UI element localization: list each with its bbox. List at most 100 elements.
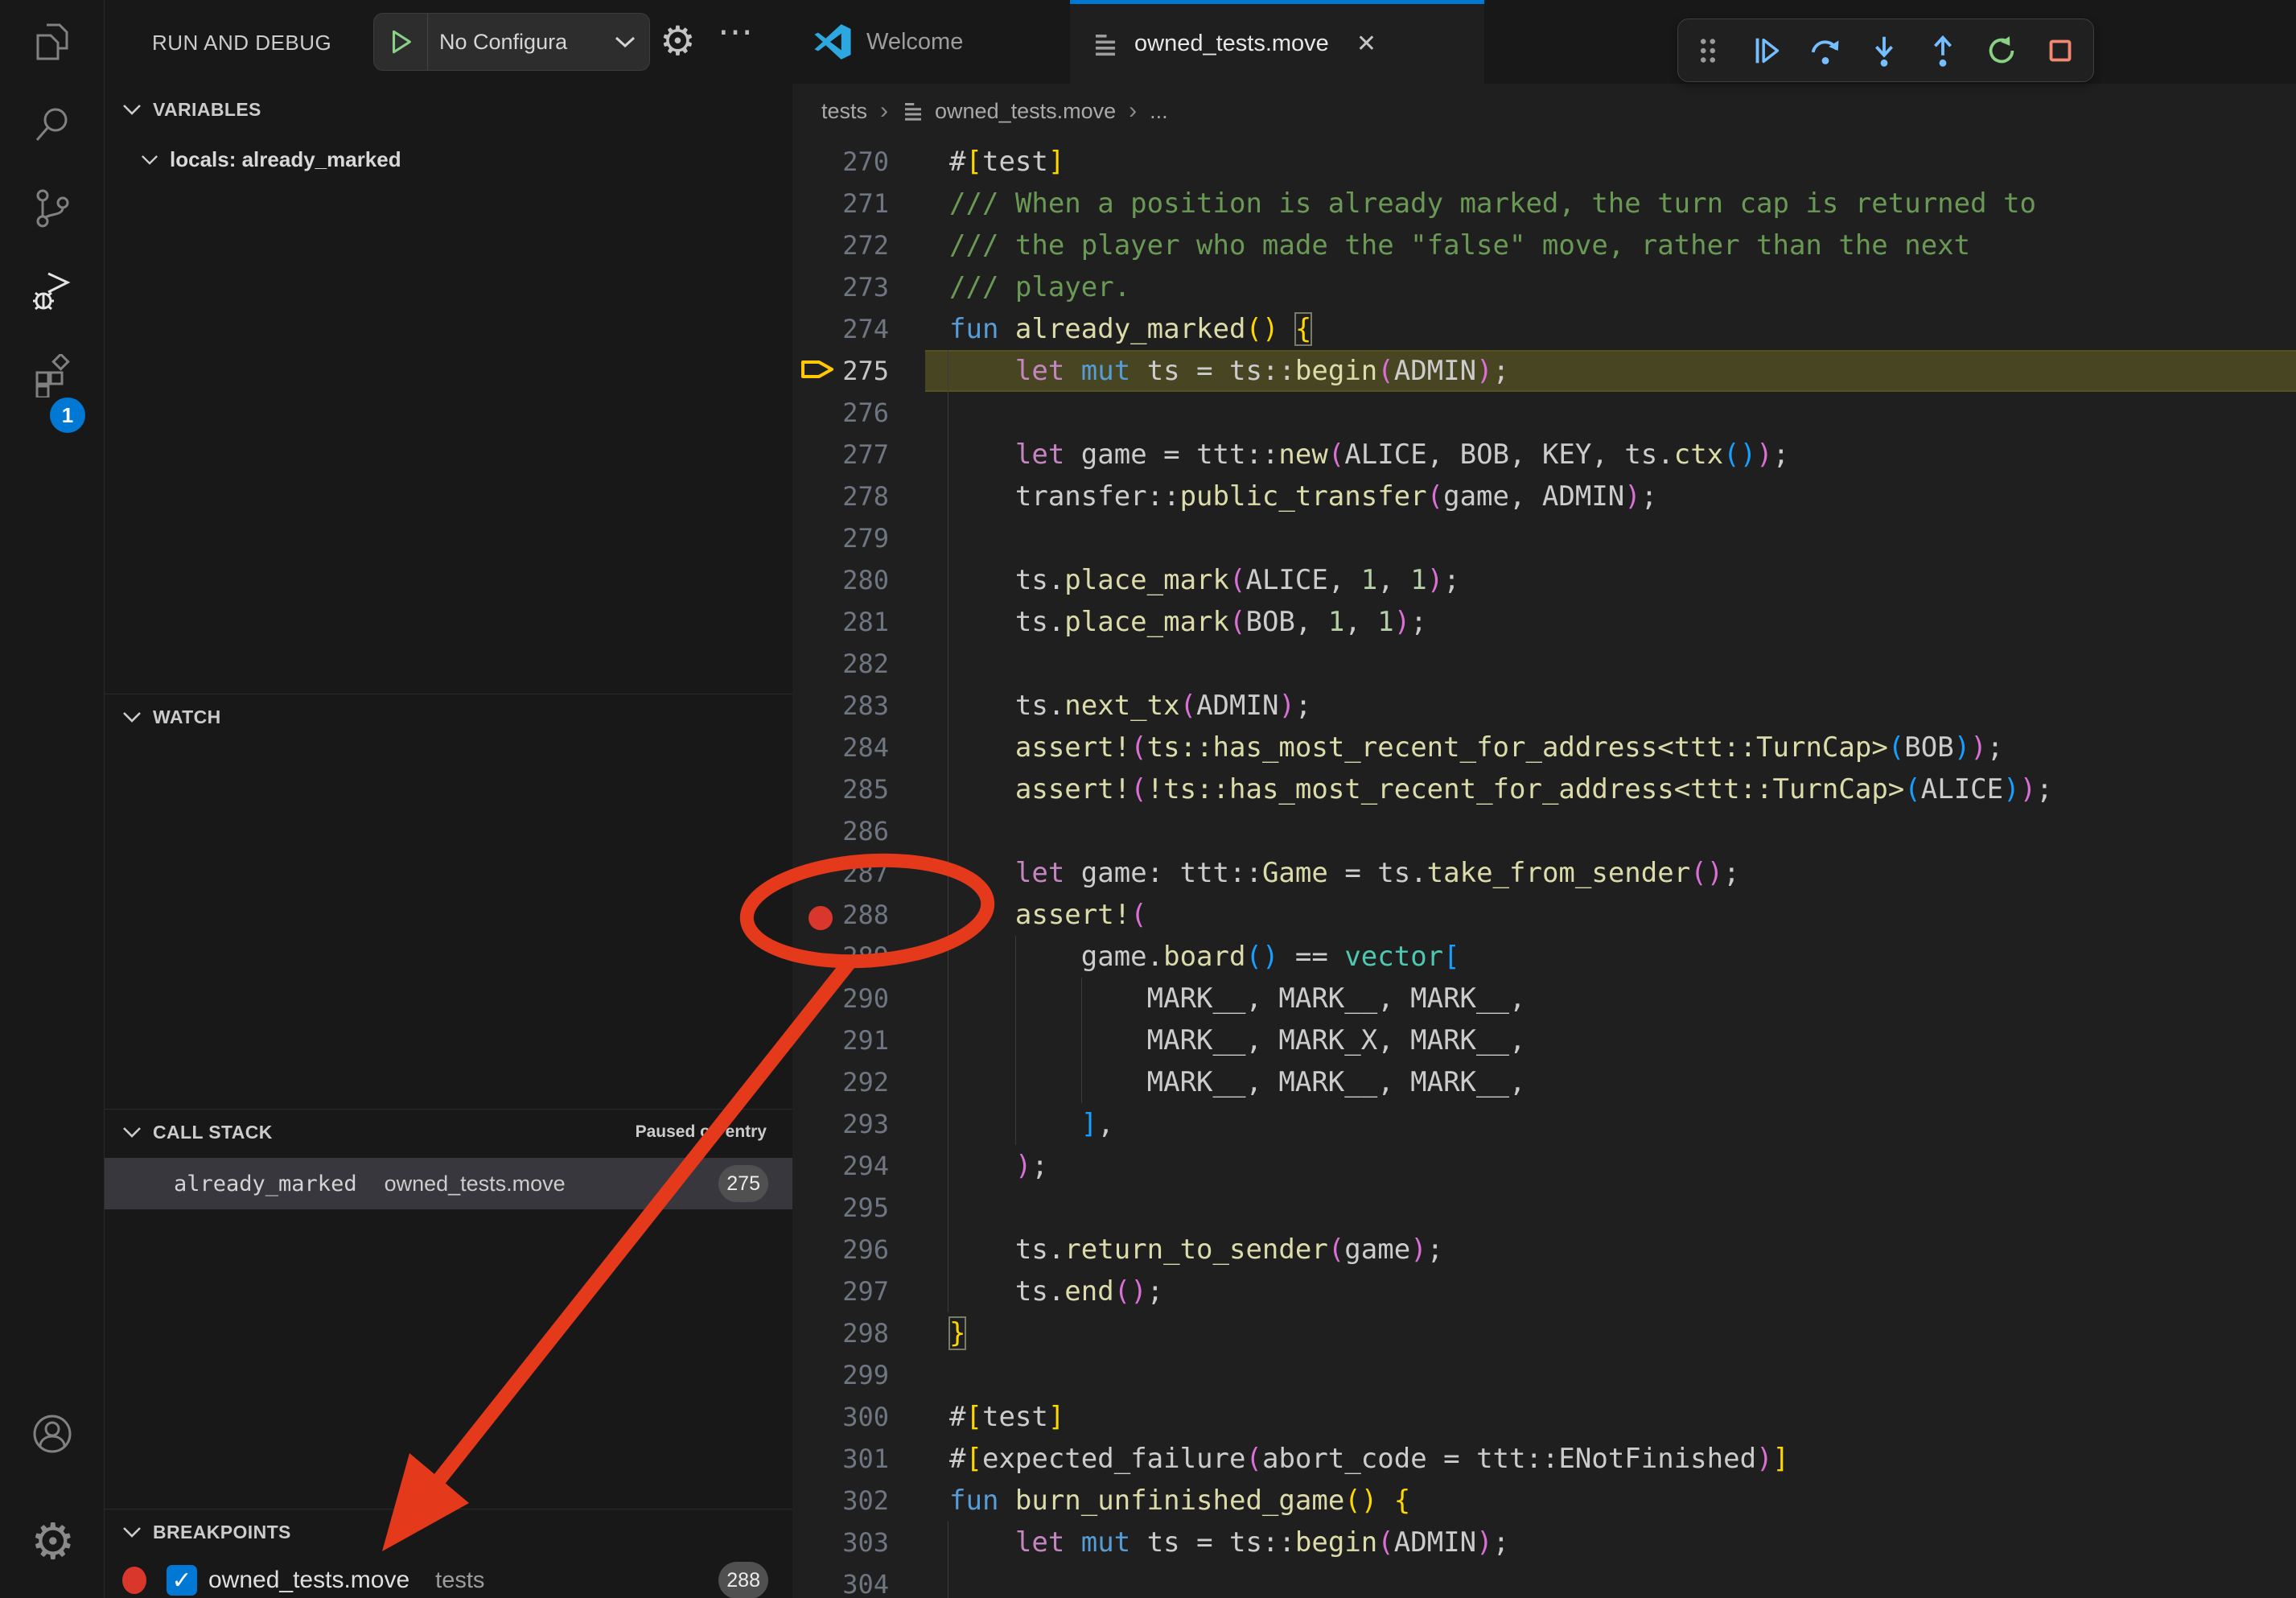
- tab-welcome[interactable]: Welcome: [792, 0, 1070, 84]
- more-actions-icon[interactable]: ⋯: [718, 11, 755, 52]
- code-line-277[interactable]: 277 let game = ttt::new(ALICE, BOB, KEY,…: [792, 434, 2296, 476]
- code-text: assert!(!ts::has_most_recent_for_address…: [949, 768, 2053, 810]
- chevron-down-icon: [122, 1526, 142, 1538]
- code-line-289[interactable]: 289 game.board() == vector[: [792, 936, 2296, 978]
- continue-button[interactable]: [1737, 19, 1796, 81]
- code-line-284[interactable]: 284 assert!(ts::has_most_recent_for_addr…: [792, 727, 2296, 768]
- code-text: }: [949, 1312, 965, 1354]
- code-line-302[interactable]: 302fun burn_unfinished_game() {: [792, 1480, 2296, 1522]
- code-line-294[interactable]: 294 );: [792, 1145, 2296, 1187]
- code-line-291[interactable]: 291 MARK__, MARK_X, MARK__,: [792, 1019, 2296, 1061]
- breakpoint-checkbox[interactable]: ✓: [167, 1565, 197, 1596]
- code-line-293[interactable]: 293 ],: [792, 1103, 2296, 1145]
- variables-scope-row[interactable]: locals: already_marked: [105, 137, 792, 182]
- code-line-282[interactable]: 282: [792, 643, 2296, 685]
- code-line-299[interactable]: 299: [792, 1354, 2296, 1396]
- code-text: #[test]: [949, 1396, 1064, 1438]
- code-text: /// player.: [949, 266, 1130, 308]
- source-control-icon[interactable]: [31, 187, 74, 230]
- code-line-298[interactable]: 298}: [792, 1312, 2296, 1354]
- breadcrumb-item[interactable]: owned_tests.move: [935, 99, 1116, 124]
- code-text: fun already_marked() {: [949, 308, 1311, 350]
- stop-button[interactable]: [2031, 19, 2089, 81]
- breakpoints-section-header[interactable]: BREAKPOINTS: [105, 1509, 792, 1555]
- step-over-button[interactable]: [1796, 19, 1854, 81]
- move-file-icon: [1091, 30, 1120, 59]
- account-icon[interactable]: [31, 1412, 74, 1456]
- code-line-281[interactable]: 281 ts.place_mark(BOB, 1, 1);: [792, 601, 2296, 643]
- code-line-300[interactable]: 300 #[test]: [792, 1396, 2296, 1438]
- code-line-272[interactable]: 272/// the player who made the "false" m…: [792, 224, 2296, 266]
- breakpoint-item[interactable]: ✓owned_tests.movetests288: [105, 1559, 792, 1598]
- panel-title: RUN AND DEBUG: [152, 31, 331, 56]
- chevron-down-icon: [122, 1126, 142, 1138]
- close-tab-icon[interactable]: ✕: [1356, 30, 1376, 58]
- code-text: #[expected_failure(abort_code = ttt::ENo…: [949, 1438, 1789, 1480]
- code-line-286[interactable]: 286: [792, 810, 2296, 852]
- code-line-270[interactable]: 270#[test]: [792, 141, 2296, 183]
- toolbar-drag-handle[interactable]: [1678, 19, 1737, 81]
- code-line-278[interactable]: 278 transfer::public_transfer(game, ADMI…: [792, 476, 2296, 517]
- line-number: 273: [829, 266, 889, 308]
- watch-section-header[interactable]: WATCH: [105, 694, 792, 739]
- code-line-271[interactable]: 271/// When a position is already marked…: [792, 183, 2296, 224]
- code-line-280[interactable]: 280 ts.place_mark(ALICE, 1, 1);: [792, 559, 2296, 601]
- code-text: ts.place_mark(BOB, 1, 1);: [949, 601, 1427, 643]
- line-number: 271: [829, 183, 889, 224]
- code-text: game.board() == vector[: [949, 936, 1460, 978]
- code-text: MARK__, MARK__, MARK__,: [949, 978, 1525, 1019]
- restart-button[interactable]: [1972, 19, 2031, 81]
- breadcrumb-item[interactable]: tests: [821, 99, 867, 124]
- line-number: 279: [829, 517, 889, 559]
- search-icon[interactable]: [31, 103, 74, 146]
- code-line-290[interactable]: 290 MARK__, MARK__, MARK__,: [792, 978, 2296, 1019]
- code-line-283[interactable]: 283 ts.next_tx(ADMIN);: [792, 685, 2296, 727]
- start-debugging-button[interactable]: [374, 14, 428, 70]
- code-line-287[interactable]: 287 let game: ttt::Game = ts.take_from_s…: [792, 852, 2296, 894]
- line-number: 293: [829, 1103, 889, 1145]
- code-line-301[interactable]: 301#[expected_failure(abort_code = ttt::…: [792, 1438, 2296, 1480]
- step-into-button[interactable]: [1854, 19, 1913, 81]
- code-text: ts.end();: [949, 1271, 1163, 1312]
- line-number: 291: [829, 1019, 889, 1061]
- debug-count-badge: 1: [50, 397, 85, 433]
- line-number: 303: [829, 1522, 889, 1563]
- settings-gear-icon[interactable]: ⚙: [31, 1521, 74, 1564]
- line-number: 300: [829, 1396, 889, 1438]
- code-line-276[interactable]: 276: [792, 392, 2296, 434]
- code-line-303[interactable]: 303 let mut ts = ts::begin(ADMIN);: [792, 1522, 2296, 1563]
- chevron-down-icon: [615, 35, 636, 48]
- code-line-285[interactable]: 285 assert!(!ts::has_most_recent_for_add…: [792, 768, 2296, 810]
- code-line-296[interactable]: 296 ts.return_to_sender(game);: [792, 1229, 2296, 1271]
- config-dropdown[interactable]: No Configura: [439, 30, 615, 55]
- play-icon: [387, 28, 414, 56]
- variables-section-header[interactable]: VARIABLES: [105, 87, 792, 132]
- line-number: 299: [829, 1354, 889, 1396]
- tab-owned-tests-move[interactable]: owned_tests.move ✕: [1070, 0, 1484, 84]
- call-stack-section-header[interactable]: CALL STACK Paused on entry: [105, 1109, 792, 1155]
- code-line-292[interactable]: 292 MARK__, MARK__, MARK__,: [792, 1061, 2296, 1103]
- line-number: 304: [829, 1563, 889, 1598]
- breadcrumb-item[interactable]: ...: [1150, 99, 1168, 124]
- call-stack-frame[interactable]: already_markedowned_tests.move275: [105, 1158, 792, 1209]
- line-number: 278: [829, 476, 889, 517]
- chevron-right-icon: ›: [1129, 97, 1137, 125]
- code-line-297[interactable]: 297 ts.end();: [792, 1271, 2296, 1312]
- explorer-icon[interactable]: [31, 20, 74, 64]
- code-line-279[interactable]: 279: [792, 517, 2296, 559]
- code-line-275[interactable]: 275 let mut ts = ts::begin(ADMIN);: [792, 350, 2296, 392]
- line-number: 294: [829, 1145, 889, 1187]
- debug-settings-gear-icon[interactable]: ⚙: [660, 18, 696, 64]
- line-number: 292: [829, 1061, 889, 1103]
- extensions-icon[interactable]: [31, 354, 74, 397]
- run-and-debug-icon[interactable]: [31, 270, 74, 314]
- code-line-295[interactable]: 295: [792, 1187, 2296, 1229]
- code-line-304[interactable]: 304: [792, 1563, 2296, 1598]
- code-line-273[interactable]: 273 /// player.: [792, 266, 2296, 308]
- launch-config-control[interactable]: No Configura: [373, 13, 650, 71]
- chevron-down-icon: [141, 154, 158, 165]
- step-out-button[interactable]: [1913, 19, 1972, 81]
- line-number: 297: [829, 1271, 889, 1312]
- code-line-274[interactable]: 274fun already_marked() {: [792, 308, 2296, 350]
- code-line-288[interactable]: 288 assert!(: [792, 894, 2296, 936]
